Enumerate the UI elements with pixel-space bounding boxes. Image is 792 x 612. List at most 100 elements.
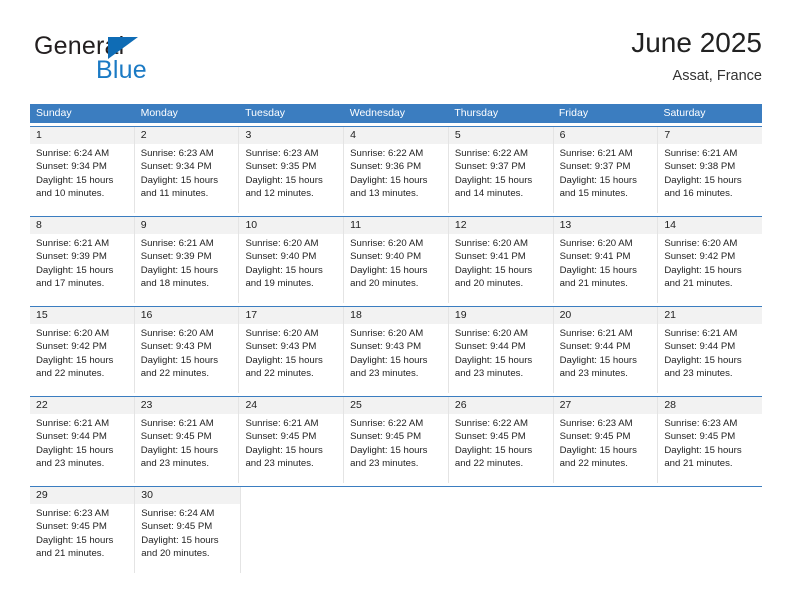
sunrise-time: Sunrise: 6:21 AM (140, 418, 214, 429)
calendar-day-cell[interactable]: 18 Sunrise: 6:20 AM Sunset: 9:43 PM Dayligh… (344, 307, 449, 393)
sunrise-time: Sunrise: 6:20 AM (36, 328, 110, 339)
sunset-time: Sunset: 9:45 PM (454, 431, 526, 443)
day-sun-info: Sunrise: 6:20 AM Sunset: 9:40 PM Daylight:… (344, 234, 448, 291)
calendar-week-row: 1 Sunrise: 6:24 AM Sunset: 9:34 PM Daylight… (30, 126, 763, 213)
sunrise-time: Sunrise: 6:23 AM (36, 508, 110, 519)
daylight-duration-line1: Daylight: 15 hours (559, 354, 637, 366)
sunset-time: Sunset: 9:45 PM (664, 431, 736, 443)
calendar-day-cell[interactable]: 28 Sunrise: 6:23 AM Sunset: 9:45 PM Dayligh… (658, 397, 763, 483)
sunrise-time: Sunrise: 6:20 AM (454, 238, 528, 249)
calendar-day-cell[interactable]: 20 Sunrise: 6:21 AM Sunset: 9:44 PM Dayligh… (553, 307, 659, 393)
day-number: 26 (448, 397, 553, 414)
daylight-duration-line2: and 23 minutes. (350, 458, 419, 470)
day-number: 19 (448, 307, 553, 324)
calendar-day-cell[interactable]: 11 Sunrise: 6:20 AM Sunset: 9:40 PM Dayligh… (344, 217, 449, 303)
calendar-day-cell[interactable]: 17 Sunrise: 6:20 AM Sunset: 9:43 PM Dayligh… (239, 307, 345, 393)
calendar-day-cell[interactable]: 5 Sunrise: 6:22 AM Sunset: 9:37 PM Daylight… (448, 127, 554, 213)
calendar-day-cell-empty (344, 487, 450, 573)
calendar-day-cell[interactable]: 3 Sunrise: 6:23 AM Sunset: 9:35 PM Daylight… (239, 127, 345, 213)
calendar-day-cell[interactable]: 21 Sunrise: 6:21 AM Sunset: 9:44 PM Dayligh… (658, 307, 763, 393)
daylight-duration-line1: Daylight: 15 hours (559, 444, 637, 456)
sunrise-time: Sunrise: 6:23 AM (664, 418, 738, 429)
sunrise-time: Sunrise: 6:20 AM (245, 238, 319, 249)
day-number: 27 (553, 397, 658, 414)
calendar-day-cell[interactable]: 30 Sunrise: 6:24 AM Sunset: 9:45 PM Dayligh… (135, 487, 241, 573)
calendar-day-cell[interactable]: 15 Sunrise: 6:20 AM Sunset: 9:42 PM Dayligh… (30, 307, 135, 393)
sunrise-time: Sunrise: 6:20 AM (350, 328, 424, 339)
daylight-duration-line1: Daylight: 15 hours (664, 174, 742, 186)
calendar-day-cell[interactable]: 10 Sunrise: 6:20 AM Sunset: 9:40 PM Dayligh… (239, 217, 345, 303)
sunset-time: Sunset: 9:39 PM (140, 251, 212, 263)
calendar-day-cell[interactable]: 23 Sunrise: 6:21 AM Sunset: 9:45 PM Dayligh… (134, 397, 240, 483)
calendar-week-cells: 1 Sunrise: 6:24 AM Sunset: 9:34 PM Daylight… (30, 127, 763, 213)
calendar-day-cell[interactable]: 22 Sunrise: 6:21 AM Sunset: 9:44 PM Dayligh… (30, 397, 135, 483)
day-number (658, 487, 762, 504)
day-sun-info: Sunrise: 6:20 AM Sunset: 9:42 PM Daylight:… (658, 234, 762, 291)
sunrise-time: Sunrise: 6:20 AM (454, 328, 528, 339)
day-sun-info: Sunrise: 6:21 AM Sunset: 9:44 PM Daylight:… (30, 414, 134, 471)
calendar-day-cell[interactable]: 4 Sunrise: 6:22 AM Sunset: 9:36 PM Daylight… (344, 127, 449, 213)
sunset-time: Sunset: 9:39 PM (36, 251, 107, 263)
calendar-day-cell[interactable]: 14 Sunrise: 6:20 AM Sunset: 9:42 PM Dayligh… (658, 217, 763, 303)
day-sun-info: Sunrise: 6:20 AM Sunset: 9:43 PM Daylight:… (344, 324, 448, 381)
sunset-time: Sunset: 9:37 PM (454, 161, 526, 173)
calendar-day-cell[interactable]: 7 Sunrise: 6:21 AM Sunset: 9:38 PM Daylight… (658, 127, 763, 213)
sunset-time: Sunset: 9:40 PM (350, 251, 422, 263)
day-number (553, 487, 657, 504)
daylight-duration-line2: and 10 minutes. (36, 188, 105, 200)
generalblue-logo[interactable]: General Blue (34, 32, 234, 90)
daylight-duration-line2: and 22 minutes. (454, 458, 524, 470)
daylight-duration-line1: Daylight: 15 hours (350, 354, 428, 366)
daylight-duration-line1: Daylight: 15 hours (454, 264, 533, 276)
weekday-header-row: Sunday Monday Tuesday Wednesday Thursday… (30, 104, 762, 123)
day-sun-info: Sunrise: 6:23 AM Sunset: 9:45 PM Daylight:… (658, 414, 762, 471)
calendar-day-cell[interactable]: 29 Sunrise: 6:23 AM Sunset: 9:45 PM Dayligh… (30, 487, 136, 573)
calendar-day-cell-empty (657, 487, 762, 573)
sunset-time: Sunset: 9:45 PM (140, 431, 212, 443)
sunset-time: Sunset: 9:41 PM (559, 251, 631, 263)
calendar-day-cell[interactable]: 16 Sunrise: 6:20 AM Sunset: 9:43 PM Dayligh… (134, 307, 240, 393)
sunset-time: Sunset: 9:45 PM (36, 521, 107, 533)
day-sun-info: Sunrise: 6:20 AM Sunset: 9:41 PM Daylight:… (449, 234, 553, 291)
calendar-week-cells: 29 Sunrise: 6:23 AM Sunset: 9:45 PM Dayligh… (30, 487, 762, 573)
day-sun-info: Sunrise: 6:21 AM Sunset: 9:37 PM Daylight:… (554, 144, 658, 201)
daylight-duration-line2: and 22 minutes. (140, 368, 209, 380)
daylight-duration-line2: and 23 minutes. (245, 458, 314, 470)
calendar-day-cell[interactable]: 26 Sunrise: 6:22 AM Sunset: 9:45 PM Dayligh… (448, 397, 554, 483)
calendar-day-cell[interactable]: 2 Sunrise: 6:23 AM Sunset: 9:34 PM Daylight… (134, 127, 240, 213)
day-sun-info: Sunrise: 6:21 AM Sunset: 9:45 PM Daylight:… (239, 414, 343, 471)
weekday-header-tuesday: Tuesday (245, 107, 286, 119)
calendar-grid: Sunday Monday Tuesday Wednesday Thursday… (30, 104, 763, 573)
day-sun-info: Sunrise: 6:20 AM Sunset: 9:40 PM Daylight:… (239, 234, 343, 291)
calendar-day-cell[interactable]: 12 Sunrise: 6:20 AM Sunset: 9:41 PM Dayligh… (448, 217, 554, 303)
calendar-day-cell[interactable]: 27 Sunrise: 6:23 AM Sunset: 9:45 PM Dayligh… (553, 397, 659, 483)
calendar-day-cell[interactable]: 1 Sunrise: 6:24 AM Sunset: 9:34 PM Daylight… (30, 127, 135, 213)
sunrise-time: Sunrise: 6:21 AM (664, 148, 738, 159)
weekday-header-monday: Monday (140, 107, 178, 119)
daylight-duration-line2: and 22 minutes. (559, 458, 628, 470)
calendar-day-cell-empty (553, 487, 658, 573)
sunset-time: Sunset: 9:43 PM (245, 341, 317, 353)
sunset-time: Sunset: 9:34 PM (140, 161, 212, 173)
calendar-day-cell[interactable]: 8 Sunrise: 6:21 AM Sunset: 9:39 PM Daylight… (30, 217, 135, 303)
calendar-day-cell[interactable]: 9 Sunrise: 6:21 AM Sunset: 9:39 PM Daylight… (134, 217, 240, 303)
daylight-duration-line1: Daylight: 15 hours (559, 174, 637, 186)
calendar-day-cell[interactable]: 6 Sunrise: 6:21 AM Sunset: 9:37 PM Daylight… (553, 127, 659, 213)
day-number: 3 (239, 127, 344, 144)
sunset-time: Sunset: 9:44 PM (36, 431, 107, 443)
calendar-day-cell[interactable]: 13 Sunrise: 6:20 AM Sunset: 9:41 PM Dayligh… (553, 217, 659, 303)
day-sun-info: Sunrise: 6:20 AM Sunset: 9:42 PM Daylight:… (30, 324, 134, 381)
day-sun-info: Sunrise: 6:23 AM Sunset: 9:35 PM Daylight:… (239, 144, 343, 201)
calendar-day-cell[interactable]: 25 Sunrise: 6:22 AM Sunset: 9:45 PM Dayligh… (344, 397, 449, 483)
sunset-time: Sunset: 9:44 PM (454, 341, 526, 353)
daylight-duration-line1: Daylight: 15 hours (350, 444, 428, 456)
sunrise-time: Sunrise: 6:21 AM (664, 328, 738, 339)
sunset-time: Sunset: 9:45 PM (559, 431, 631, 443)
sunrise-time: Sunrise: 6:20 AM (664, 238, 738, 249)
daylight-duration-line2: and 21 minutes. (559, 278, 628, 290)
daylight-duration-line1: Daylight: 15 hours (245, 174, 323, 186)
calendar-day-cell[interactable]: 19 Sunrise: 6:20 AM Sunset: 9:44 PM Dayligh… (448, 307, 554, 393)
day-sun-info: Sunrise: 6:22 AM Sunset: 9:36 PM Daylight:… (344, 144, 448, 201)
calendar-day-cell[interactable]: 24 Sunrise: 6:21 AM Sunset: 9:45 PM Dayligh… (239, 397, 345, 483)
calendar-week-row: 8 Sunrise: 6:21 AM Sunset: 9:39 PM Daylight… (30, 216, 763, 303)
